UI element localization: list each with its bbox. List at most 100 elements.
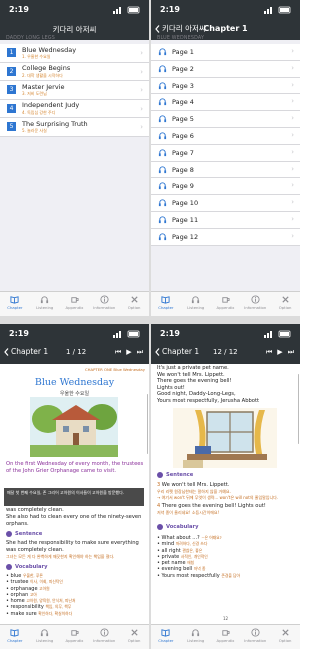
tab-appendix[interactable]: Appendix <box>60 292 90 316</box>
page-row[interactable]: Page 5 › <box>151 111 300 128</box>
book-icon <box>10 629 19 637</box>
next-icon[interactable]: ⏭ <box>288 348 294 357</box>
chapter-row[interactable]: 3 Master Jervie 3. 저비 도련님 › <box>0 81 149 100</box>
tab-label: Listening <box>187 638 205 643</box>
vocab-item: • Yours most respectfully 존경을 담아 <box>157 572 241 579</box>
back-button[interactable]: Chapter 1 <box>155 347 199 356</box>
tab-option[interactable]: Option <box>119 292 149 316</box>
headphones-icon <box>158 149 167 156</box>
vocab-meaning: 확인하다, 확실히하다 <box>38 610 73 616</box>
next-icon[interactable]: ⏭ <box>137 348 143 357</box>
info-icon <box>251 295 260 304</box>
vocab-word: Yours most respectfully <box>161 572 220 579</box>
book-icon <box>161 296 170 304</box>
story-line: Good night, Daddy-Long-Legs, <box>157 391 236 398</box>
back-button[interactable]: Chapter 1 <box>4 347 48 356</box>
vocab-meaning: 이사, 이회, 피신탁인 <box>30 579 63 585</box>
headphones-icon <box>158 216 167 224</box>
sentence-3-translation: → 여기서 won't 뒤에 무엇이 생략... won't은 will not… <box>157 495 279 500</box>
play-icon[interactable]: ▶ <box>277 348 282 357</box>
page-row[interactable]: Page 1 › <box>151 44 300 61</box>
chapter-number: 4 <box>7 103 16 113</box>
tab-appendix[interactable]: Appendix <box>211 292 241 316</box>
chevron-right-icon: › <box>140 67 143 76</box>
tab-chapter[interactable]: Chapter <box>151 625 181 649</box>
play-icon[interactable]: ▶ <box>126 348 131 357</box>
chapter-row[interactable]: 4 Independent Judy 4. 독립심 강한 주디 › <box>0 100 149 118</box>
tab-label: Option <box>127 305 141 310</box>
chevron-right-icon: › <box>291 181 294 190</box>
vocabulary-header: Vocabulary <box>6 564 48 570</box>
tab-label: Listening <box>36 305 54 310</box>
tab-label: Appendix <box>65 638 84 643</box>
vocab-meaning: 고아원, 양육원, 안식처, 피난처 <box>26 598 76 604</box>
tab-information[interactable]: Information <box>89 292 119 316</box>
page-title: Page 7 <box>172 148 194 157</box>
nav-title: Chapter 1 <box>203 24 248 33</box>
tab-listening[interactable]: Listening <box>181 625 211 649</box>
page-row[interactable]: Page 9 › <box>151 178 300 196</box>
tab-option[interactable]: Option <box>270 625 300 649</box>
tab-chapter[interactable]: Chapter <box>0 292 30 316</box>
tab-information[interactable]: Information <box>89 625 119 649</box>
tab-chapter[interactable]: Chapter <box>0 625 30 649</box>
page-row[interactable]: Page 6 › <box>151 128 300 145</box>
page-row[interactable]: Page 4 › <box>151 94 300 112</box>
section-header: DADDY LONG LEGS <box>6 36 56 41</box>
tab-listening[interactable]: Listening <box>181 292 211 316</box>
tab-label: Option <box>278 638 292 643</box>
tab-label: Appendix <box>216 305 235 310</box>
page-row[interactable]: Page 8 › <box>151 162 300 179</box>
sentence-header-label: Sentence <box>15 531 43 537</box>
tab-listening[interactable]: Listening <box>30 625 60 649</box>
book-icon <box>10 296 19 304</box>
chevron-right-icon: › <box>291 47 294 55</box>
tab-information[interactable]: Information <box>240 625 270 649</box>
chapter-row[interactable]: 5 The Surprising Truth 5. 놀라운 사실 › <box>0 118 149 137</box>
chapter-title: Independent Judy <box>22 101 80 109</box>
tab-option[interactable]: Option <box>119 625 149 649</box>
page-row[interactable]: Page 12 › <box>151 229 300 246</box>
reader-screen-page-1: 2:19 Chapter 1 1 / 12 ⏮ ▶ ⏭ CHAPTER ONE … <box>0 324 149 649</box>
headphones-icon <box>158 199 167 207</box>
scrollbar[interactable] <box>297 374 299 444</box>
chapter-subtitle: 2. 대학 생활을 시작하다 <box>22 72 63 78</box>
tab-label: Appendix <box>65 305 84 310</box>
chapter-row[interactable]: 1 Blue Wednesday 1. 우울한 수요일 › <box>0 44 149 63</box>
player-controls: ⏮ ▶ ⏭ <box>266 348 294 357</box>
tab-label: Option <box>127 638 141 643</box>
vocab-word: orphan <box>10 591 29 598</box>
headphones-icon <box>158 65 167 72</box>
chapter-row[interactable]: 2 College Begins 2. 대학 생활을 시작하다 › <box>0 63 149 81</box>
previous-icon[interactable]: ⏮ <box>266 348 272 357</box>
info-icon <box>100 628 109 637</box>
page-row[interactable]: Page 10 › <box>151 195 300 212</box>
chapter-subtitle: 5. 놀라운 사실 <box>22 128 47 133</box>
tab-listening[interactable]: Listening <box>30 292 60 316</box>
nav-bar: Chapter 1 12 / 12 ⏮ ▶ ⏭ <box>151 344 300 364</box>
tab-option[interactable]: Option <box>270 292 300 316</box>
tools-icon <box>130 296 138 303</box>
previous-icon[interactable]: ⏮ <box>115 348 121 357</box>
status-bar: 2:19 <box>0 0 149 20</box>
tab-appendix[interactable]: Appendix <box>60 625 90 649</box>
chevron-right-icon: › <box>291 164 294 173</box>
vocab-meaning: 존경을 담아 <box>221 572 241 578</box>
tab-appendix[interactable]: Appendix <box>211 625 241 649</box>
page-row[interactable]: Page 3 › <box>151 78 300 95</box>
tab-label: Appendix <box>216 638 235 643</box>
translation-popup: 매달 첫 번째 수요일, 존 그리어 고아원의 이사들이 고아원을 방문했다. <box>4 488 144 506</box>
tab-bar: Chapter Listening Appendix Information O… <box>151 624 300 649</box>
vocab-word: trustee <box>10 579 29 586</box>
page-row[interactable]: Page 11 › <box>151 212 300 229</box>
chapter-number: 5 <box>7 122 16 131</box>
sentence-3: 3 We won't tell Mrs. Lippett. <box>157 482 230 488</box>
chapter-title: The Surprising Truth <box>22 119 88 128</box>
scrollbar[interactable] <box>146 394 148 454</box>
story-line: Yours most respectfully, Jerusha Abbott <box>157 397 260 404</box>
page-row[interactable]: Page 7 › <box>151 145 300 162</box>
tab-information[interactable]: Information <box>240 292 270 316</box>
battery-icon <box>264 6 291 14</box>
tab-chapter[interactable]: Chapter <box>151 292 181 316</box>
page-row[interactable]: Page 2 › <box>151 61 300 78</box>
